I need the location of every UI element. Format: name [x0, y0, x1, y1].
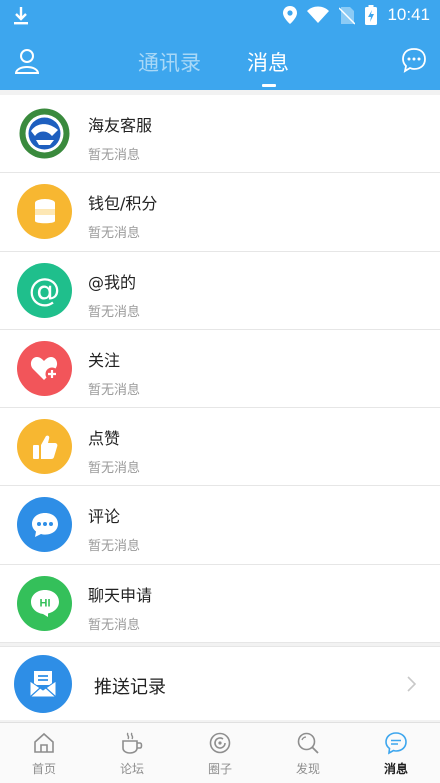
tabbar-label: 消息 — [383, 762, 408, 776]
cup-icon — [122, 732, 143, 754]
thumbs-up-icon — [17, 419, 72, 475]
message-subtitle: 暂无消息 — [88, 382, 141, 398]
heart-plus-icon — [17, 340, 72, 396]
message-title: 评论 — [88, 507, 121, 527]
tab-messages[interactable]: 消息 — [247, 47, 289, 77]
push-record-row[interactable]: 推送记录 — [0, 646, 440, 720]
list-item-chat-request[interactable]: HI 聊天申请 暂无消息 — [0, 565, 440, 644]
message-title: @我的 — [88, 272, 137, 292]
wifi-icon — [307, 6, 330, 23]
circle-icon — [209, 732, 231, 754]
tabbar-label: 首页 — [31, 762, 56, 776]
tabbar-label: 论坛 — [119, 762, 144, 776]
push-record-title: 推送记录 — [94, 677, 166, 698]
tabbar-item-circle[interactable]: 圈子 — [176, 723, 264, 783]
list-item-customer-service[interactable]: 海友客服 暂无消息 — [0, 95, 440, 174]
customer-service-logo — [17, 106, 72, 161]
tab-contacts[interactable]: 通讯录 — [138, 47, 201, 77]
svg-text:HI: HI — [39, 598, 50, 610]
message-subtitle: 暂无消息 — [88, 148, 141, 163]
message-title: 点赞 — [88, 429, 121, 449]
download-icon — [14, 7, 28, 25]
list-item-likes[interactable]: 点赞 暂无消息 — [0, 408, 440, 487]
at-icon: @ — [17, 262, 72, 318]
chat-bubble-icon[interactable] — [401, 47, 427, 73]
message-title: 海友客服 — [88, 116, 153, 135]
push-record-icon — [14, 655, 72, 713]
tabbar-item-discover[interactable]: 发现 — [264, 723, 352, 783]
message-subtitle: 暂无消息 — [88, 461, 141, 477]
message-title: 关注 — [88, 350, 121, 370]
message-subtitle: 暂无消息 — [88, 617, 141, 633]
location-icon — [283, 6, 298, 24]
search-icon — [297, 732, 319, 754]
list-item-comments[interactable]: 评论 暂无消息 — [0, 486, 440, 565]
message-title: 钱包/积分 — [88, 194, 158, 214]
wallet-coins-icon — [17, 184, 72, 240]
list-item-follow[interactable]: 关注 暂无消息 — [0, 330, 440, 409]
message-subtitle: 暂无消息 — [88, 539, 141, 555]
list-item-mentions[interactable]: @ @我的 暂无消息 — [0, 252, 440, 330]
comment-icon — [17, 497, 72, 553]
active-tab-indicator — [262, 84, 276, 87]
message-list: 海友客服 暂无消息 钱包/积分 暂无消息 @ @我的 暂无消息 关注 暂无消息 … — [0, 95, 440, 644]
tabbar-item-home[interactable]: 首页 — [0, 723, 88, 783]
tabbar-label: 圈子 — [207, 762, 232, 776]
list-item-wallet[interactable]: 钱包/积分 暂无消息 — [0, 173, 440, 252]
battery-icon — [365, 5, 378, 25]
message-icon — [385, 732, 407, 755]
message-subtitle: 暂无消息 — [88, 304, 141, 320]
tabbar-item-forum[interactable]: 论坛 — [88, 723, 176, 783]
tabbar-item-messages[interactable]: 消息 — [352, 723, 440, 783]
bottom-tab-bar: 首页 论坛 圈子 发现 消息 — [0, 722, 440, 783]
no-sim-icon — [339, 7, 356, 25]
status-bar: 10:41 — [0, 0, 440, 34]
status-time: 10:41 — [387, 5, 430, 24]
tabbar-label: 发现 — [295, 762, 320, 776]
home-icon — [34, 732, 54, 753]
header: 通讯录 消息 — [0, 34, 440, 90]
message-title: 聊天申请 — [88, 585, 153, 605]
hi-bubble-icon: HI — [17, 575, 72, 631]
message-subtitle: 暂无消息 — [88, 226, 141, 242]
chevron-right-icon — [407, 676, 416, 692]
